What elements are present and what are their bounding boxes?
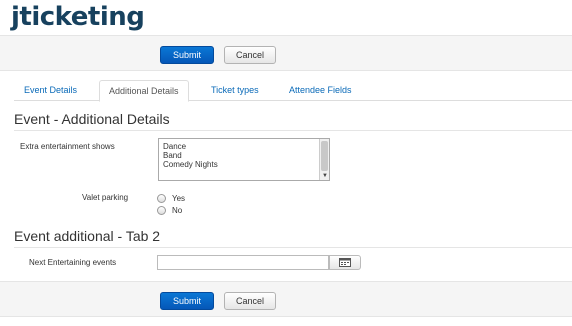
tab-additional-details[interactable]: Additional Details (99, 80, 189, 102)
calendar-icon (339, 258, 351, 267)
section-title-additional-details: Event - Additional Details (14, 111, 170, 127)
submit-button-bottom[interactable]: Submit (160, 292, 214, 310)
tab-attendee-fields[interactable]: Attendee Fields (289, 80, 352, 101)
section-title-tab2: Event additional - Tab 2 (14, 228, 161, 244)
next-events-label: Next Entertaining events (29, 258, 117, 267)
valet-yes-option[interactable]: Yes (157, 192, 185, 204)
radio-label-yes: Yes (172, 193, 186, 203)
list-option[interactable]: Comedy Nights (159, 160, 329, 169)
chevron-down-icon[interactable]: ▼ (322, 173, 328, 179)
tab-event-details[interactable]: Event Details (24, 80, 77, 101)
valet-no-option[interactable]: No (157, 204, 182, 216)
cancel-button-bottom[interactable]: Cancel (224, 292, 276, 310)
brand-logo-text: jticketing (11, 2, 145, 32)
submit-button-top[interactable]: Submit (160, 46, 214, 64)
extra-shows-label: Extra entertainment shows (20, 142, 115, 151)
next-events-date-input[interactable] (157, 255, 329, 270)
valet-parking-label: Valet parking (82, 193, 129, 202)
listbox-scrollbar[interactable]: ▼ (319, 139, 329, 180)
scrollbar-thumb[interactable] (321, 141, 328, 171)
section-divider (14, 130, 572, 131)
top-actions-bar: Submit Cancel (0, 35, 572, 71)
radio-button-no[interactable] (157, 205, 166, 215)
calendar-button[interactable] (329, 255, 361, 270)
bottom-actions-bar: Submit Cancel (0, 281, 572, 317)
radio-button-yes[interactable] (157, 193, 166, 203)
cancel-button-top[interactable]: Cancel (224, 46, 276, 64)
tab-bar: Event Details Additional Details Ticket … (14, 80, 572, 102)
list-option[interactable]: Dance (159, 142, 329, 151)
extra-shows-listbox[interactable]: Dance Band Comedy Nights ▼ (158, 138, 330, 181)
radio-label-no: No (172, 205, 183, 215)
tab-ticket-types[interactable]: Ticket types (211, 80, 259, 101)
list-option[interactable]: Band (159, 151, 329, 160)
section-divider (14, 247, 572, 248)
